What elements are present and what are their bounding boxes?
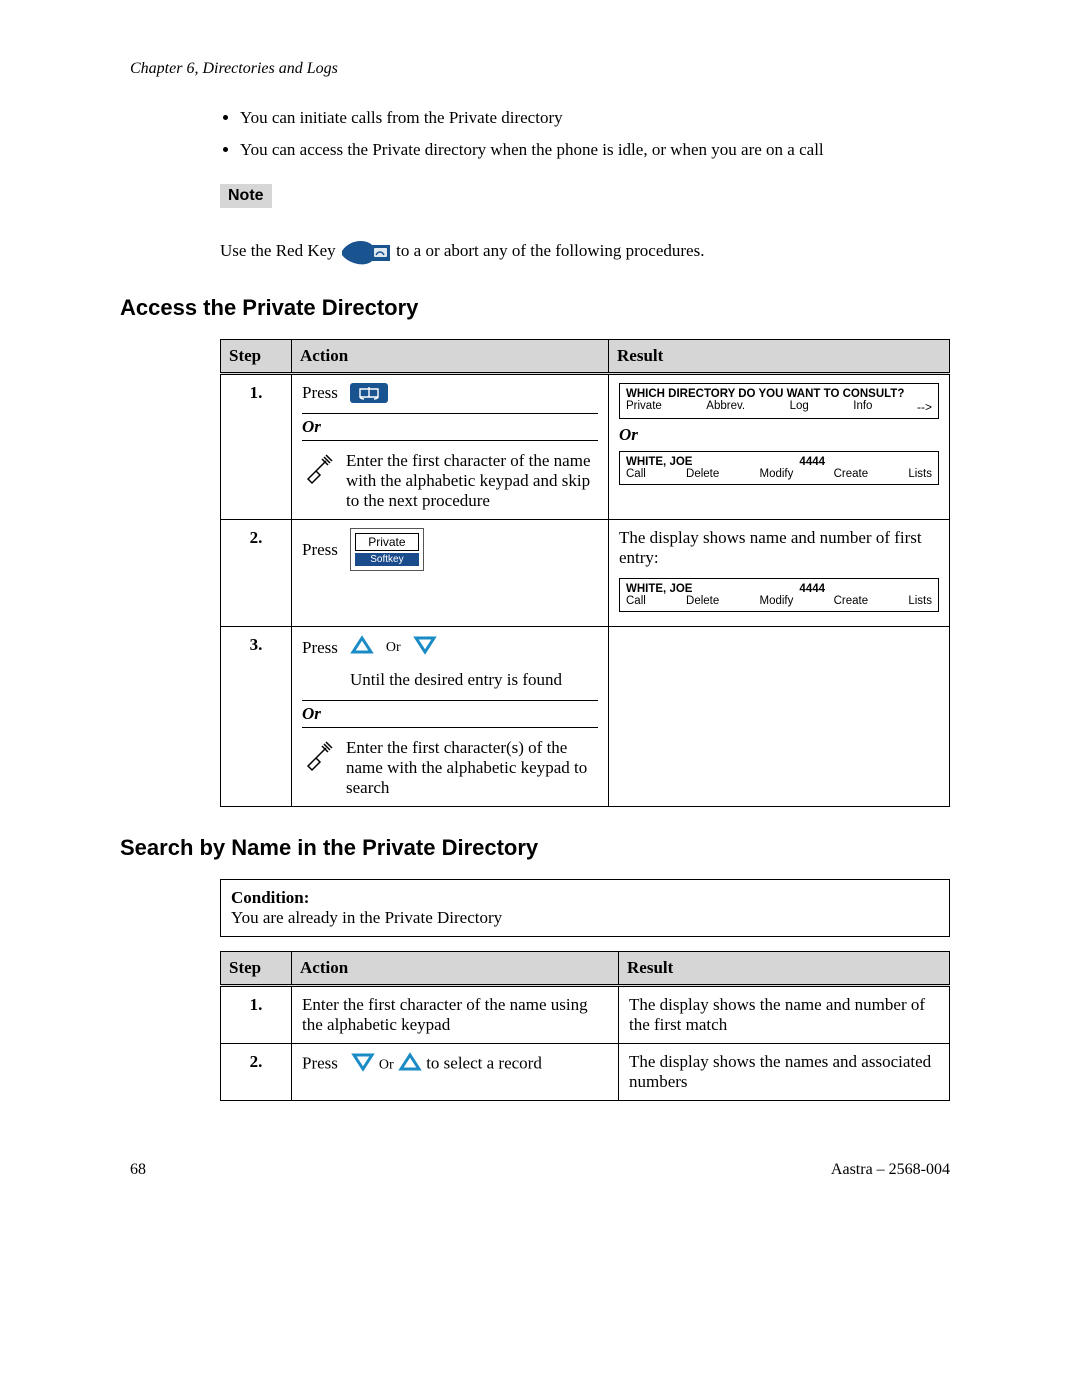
- display-opt: Log: [790, 400, 809, 414]
- nav-down-icon: [413, 635, 437, 660]
- col-result: Result: [619, 952, 950, 986]
- table-row: 1. Press Or Enter the first character of…: [221, 374, 950, 520]
- directory-key-icon: [350, 383, 388, 403]
- result-text: The display shows name and number of fir…: [619, 528, 939, 568]
- press-label: Press: [302, 383, 338, 403]
- note-after: to a or abort any of the following proce…: [396, 241, 704, 260]
- tail-text: to select a record: [426, 1053, 542, 1072]
- or-divider: Or: [302, 700, 598, 728]
- alt-text: Enter the first character(s) of the name…: [346, 738, 598, 798]
- book-id: Aastra – 2568-004: [831, 1161, 950, 1179]
- page-number: 68: [130, 1161, 146, 1179]
- step-num: 2.: [221, 520, 292, 627]
- col-result: Result: [609, 340, 950, 374]
- step-num: 2.: [221, 1044, 292, 1101]
- bullet-item: You can access the Private directory whe…: [240, 140, 950, 160]
- or-inline: Or: [386, 640, 401, 656]
- table-row: 2. Press Or to select a record The displ…: [221, 1044, 950, 1101]
- note-before: Use the Red Key: [220, 241, 340, 260]
- phone-display: WHITE, JOE 4444 Call Delete Modify Creat…: [619, 578, 939, 612]
- press-label: Press: [302, 540, 338, 560]
- display-opt: Info: [853, 400, 872, 414]
- step-num: 1.: [221, 374, 292, 520]
- page-footer: 68 Aastra – 2568-004: [130, 1161, 950, 1179]
- col-step: Step: [221, 952, 292, 986]
- condition-box: Condition: You are already in the Privat…: [220, 879, 950, 937]
- action-cell: Press Private Softkey: [292, 520, 609, 627]
- until-text: Until the desired entry is found: [350, 670, 598, 690]
- display-arrow-icon: -->: [917, 400, 932, 414]
- action-cell: Enter the first character of the name us…: [292, 986, 619, 1044]
- action-cell: Press Or Enter the first character of th…: [292, 374, 609, 520]
- display-opt: Call: [626, 468, 646, 480]
- display-number: 4444: [799, 583, 825, 595]
- display-opt: Abbrev.: [706, 400, 745, 414]
- phone-display: WHICH DIRECTORY DO YOU WANT TO CONSULT? …: [619, 383, 939, 419]
- action-cell: Press Or to select a record: [292, 1044, 619, 1101]
- press-label: Press: [302, 1053, 338, 1072]
- table-row: 2. Press Private Softkey The display sho…: [221, 520, 950, 627]
- bullet-item: You can initiate calls from the Private …: [240, 108, 950, 128]
- display-opt: Delete: [686, 468, 719, 480]
- note-text: Use the Red Key to a or abort any of the…: [220, 237, 950, 267]
- softkey-bottom: Softkey: [355, 553, 419, 566]
- col-action: Action: [292, 952, 619, 986]
- display-number: 4444: [799, 456, 825, 468]
- or-inline: Or: [379, 1057, 394, 1072]
- step-num: 3.: [221, 627, 292, 807]
- col-action: Action: [292, 340, 609, 374]
- display-opt: Lists: [908, 595, 932, 607]
- result-cell: The display shows the names and associat…: [619, 1044, 950, 1101]
- step-num: 1.: [221, 986, 292, 1044]
- table-row: 3. Press Or Until the desired entry is f…: [221, 627, 950, 807]
- display-opt: Create: [834, 595, 869, 607]
- action-cell: Press Or Until the desired entry is foun…: [292, 627, 609, 807]
- display-opt: Delete: [686, 595, 719, 607]
- hand-icon: [302, 451, 336, 490]
- nav-up-icon: [398, 1052, 422, 1077]
- nav-down-icon: [351, 1052, 375, 1077]
- display-title: WHICH DIRECTORY DO YOU WANT TO CONSULT?: [626, 388, 932, 400]
- display-opt: Modify: [760, 595, 794, 607]
- display-opt: Private: [626, 400, 662, 414]
- condition-label: Condition:: [231, 888, 939, 908]
- section-heading-search: Search by Name in the Private Directory: [120, 835, 990, 861]
- display-name: WHITE, JOE: [626, 456, 692, 468]
- result-cell: WHICH DIRECTORY DO YOU WANT TO CONSULT? …: [609, 374, 950, 520]
- procedure-table-search: Step Action Result 1. Enter the first ch…: [220, 951, 950, 1101]
- or-result: Or: [619, 425, 939, 445]
- table-row: 1. Enter the first character of the name…: [221, 986, 950, 1044]
- phone-display: WHITE, JOE 4444 Call Delete Modify Creat…: [619, 451, 939, 485]
- procedure-table-access: Step Action Result 1. Press Or Ent: [220, 339, 950, 807]
- display-opt: Modify: [760, 468, 794, 480]
- alt-text: Enter the first character of the name wi…: [346, 451, 598, 511]
- chapter-header: Chapter 6, Directories and Logs: [130, 60, 990, 78]
- red-key-icon: [340, 237, 392, 267]
- or-divider: Or: [302, 413, 598, 441]
- nav-up-icon: [350, 635, 374, 660]
- hand-icon: [302, 738, 336, 777]
- softkey-top: Private: [355, 533, 419, 551]
- result-cell: The display shows name and number of fir…: [609, 520, 950, 627]
- condition-text: You are already in the Private Directory: [231, 908, 939, 928]
- note-label: Note: [220, 184, 272, 208]
- section-heading-access: Access the Private Directory: [120, 295, 990, 321]
- private-softkey-icon: Private Softkey: [350, 528, 424, 571]
- bullet-list: You can initiate calls from the Private …: [220, 108, 950, 160]
- result-cell: [609, 627, 950, 807]
- display-opt: Create: [834, 468, 869, 480]
- display-opt: Call: [626, 595, 646, 607]
- display-opt: Lists: [908, 468, 932, 480]
- result-cell: The display shows the name and number of…: [619, 986, 950, 1044]
- col-step: Step: [221, 340, 292, 374]
- press-label: Press: [302, 638, 338, 658]
- display-name: WHITE, JOE: [626, 583, 692, 595]
